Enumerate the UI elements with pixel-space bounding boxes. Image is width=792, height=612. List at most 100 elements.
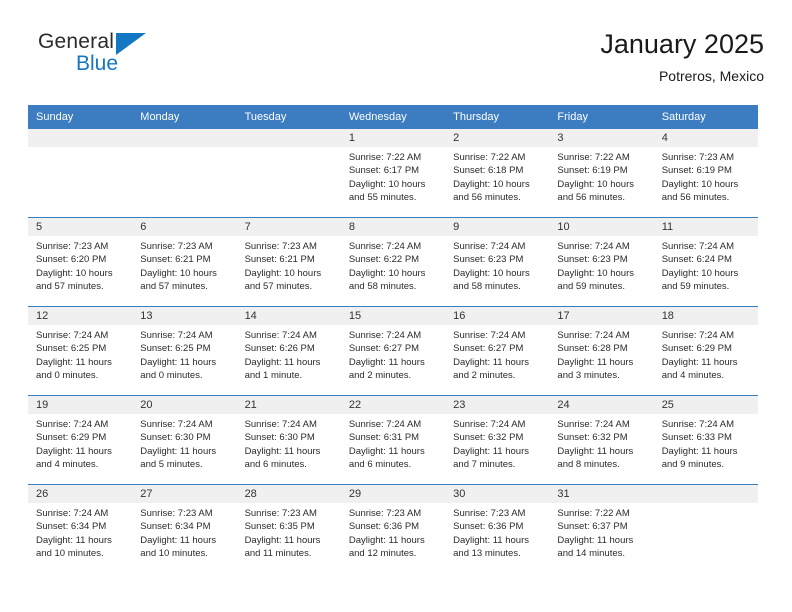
daylight-text-line2: and 1 minute. [244, 370, 303, 382]
day-details: Sunrise: 7:23 AM Sunset: 6:21 PM Daylight:… [132, 236, 236, 294]
calendar-day-cell[interactable]: 15 Sunrise: 7:24 AM Sunset: 6:27 PM Dayligh… [340, 307, 446, 395]
day-details: Sunrise: 7:24 AM Sunset: 6:27 PM Daylight:… [341, 325, 445, 383]
sunset-text: Sunset: 6:24 PM [661, 254, 732, 266]
sunrise-text: Sunrise: 7:23 AM [453, 508, 526, 519]
daylight-text-line2: and 12 minutes. [348, 548, 417, 560]
weekday-header-friday: Friday [557, 111, 588, 123]
day-details: Sunrise: 7:23 AM Sunset: 6:20 PM Daylight:… [28, 236, 132, 294]
day-number [653, 485, 758, 503]
daylight-text-line2: and 55 minutes. [348, 192, 417, 204]
sunset-text: Sunset: 6:27 PM [453, 343, 524, 355]
calendar-day-cell[interactable]: 9 Sunrise: 7:24 AM Sunset: 6:23 PM Daylight… [445, 218, 550, 306]
day-number: 28 [236, 485, 341, 503]
title-block: January 2025 Potreros, Mexico [600, 28, 764, 86]
sunrise-text: Sunrise: 7:22 AM [557, 508, 630, 519]
general-blue-logo[interactable]: General Blue [38, 30, 218, 86]
daylight-text-line1: Daylight: 10 hours [453, 178, 530, 190]
daylight-text-line1: Daylight: 10 hours [557, 178, 634, 190]
daylight-text-line1: Daylight: 10 hours [661, 178, 739, 190]
calendar-day-cell[interactable]: 17 Sunrise: 7:24 AM Sunset: 6:28 PM Dayligh… [549, 307, 654, 395]
sunset-text: Sunset: 6:32 PM [453, 432, 524, 444]
daylight-text-line2: and 8 minutes. [557, 459, 620, 471]
calendar-day-cell[interactable]: 21 Sunrise: 7:24 AM Sunset: 6:30 PM Dayligh… [236, 396, 341, 484]
day-number: 15 [340, 307, 446, 325]
calendar-day-cell[interactable]: 8 Sunrise: 7:24 AM Sunset: 6:22 PM Daylight… [340, 218, 446, 306]
day-details: Sunrise: 7:23 AM Sunset: 6:36 PM Daylight:… [341, 503, 445, 561]
daylight-text-line2: and 6 minutes. [244, 459, 307, 471]
sunrise-text: Sunrise: 7:24 AM [348, 419, 422, 430]
calendar-day-cell[interactable]: 11 Sunrise: 7:24 AM Sunset: 6:24 PM Dayligh… [653, 218, 758, 306]
daylight-text-line1: Daylight: 10 hours [453, 267, 530, 279]
calendar-day-cell[interactable]: 6 Sunrise: 7:23 AM Sunset: 6:21 PM Daylight… [132, 218, 237, 306]
sunrise-text: Sunrise: 7:24 AM [36, 508, 109, 519]
sunset-text: Sunset: 6:25 PM [140, 343, 211, 355]
sunrise-text: Sunrise: 7:24 AM [348, 241, 422, 252]
calendar-day-cell[interactable]: 26 Sunrise: 7:24 AM Sunset: 6:34 PM Dayligh… [28, 485, 133, 573]
calendar-day-cell[interactable]: 10 Sunrise: 7:24 AM Sunset: 6:23 PM Dayligh… [549, 218, 654, 306]
page-title: January 2025 [600, 29, 764, 59]
calendar-day-cell[interactable]: 29 Sunrise: 7:23 AM Sunset: 6:36 PM Dayligh… [340, 485, 446, 573]
daylight-text-line1: Daylight: 11 hours [140, 534, 217, 546]
sunset-text: Sunset: 6:34 PM [140, 521, 211, 533]
day-details: Sunrise: 7:24 AM Sunset: 6:22 PM Daylight:… [341, 236, 445, 294]
daylight-text-line1: Daylight: 11 hours [453, 445, 529, 457]
page-subtitle-location: Potreros, Mexico [658, 68, 764, 84]
day-details: Sunrise: 7:24 AM Sunset: 6:30 PM Daylight:… [132, 414, 236, 472]
daylight-text-line1: Daylight: 10 hours [140, 267, 217, 279]
calendar-day-cell[interactable]: 30 Sunrise: 7:23 AM Sunset: 6:36 PM Dayligh… [445, 485, 550, 573]
day-details: Sunrise: 7:24 AM Sunset: 6:24 PM Daylight:… [654, 236, 758, 294]
calendar-day-cell[interactable]: 24 Sunrise: 7:24 AM Sunset: 6:32 PM Dayligh… [549, 396, 654, 484]
day-number: 19 [28, 396, 133, 414]
sunrise-text: Sunrise: 7:24 AM [661, 330, 735, 341]
weekday-header-thursday: Thursday [453, 111, 499, 123]
calendar-day-cell[interactable]: 7 Sunrise: 7:23 AM Sunset: 6:21 PM Daylight… [236, 218, 341, 306]
calendar-day-cell[interactable]: 13 Sunrise: 7:24 AM Sunset: 6:25 PM Dayligh… [132, 307, 237, 395]
calendar-day-cell[interactable]: 3 Sunrise: 7:22 AM Sunset: 6:19 PM Daylight… [549, 129, 654, 217]
sunset-text: Sunset: 6:31 PM [348, 432, 420, 444]
day-number: 13 [132, 307, 237, 325]
sunset-text: Sunset: 6:19 PM [661, 165, 732, 177]
sunset-text: Sunset: 6:26 PM [244, 343, 315, 355]
day-details: Sunrise: 7:24 AM Sunset: 6:29 PM Daylight:… [654, 325, 758, 383]
calendar-day-cell[interactable]: 1 Sunrise: 7:22 AM Sunset: 6:17 PM Daylight… [340, 129, 446, 217]
day-number [236, 129, 341, 147]
daylight-text-line2: and 4 minutes. [661, 370, 725, 382]
calendar-week-cells: 1 Sunrise: 7:22 AM Sunset: 6:17 PM Daylight… [28, 129, 758, 217]
day-number: 17 [549, 307, 654, 325]
daylight-text-line2: and 2 minutes. [453, 370, 516, 382]
day-number: 5 [28, 218, 133, 236]
sunset-text: Sunset: 6:30 PM [244, 432, 315, 444]
daylight-text-line1: Daylight: 11 hours [348, 534, 425, 546]
calendar-day-cell[interactable]: 18 Sunrise: 7:24 AM Sunset: 6:29 PM Dayligh… [653, 307, 758, 395]
calendar-day-cell[interactable]: 20 Sunrise: 7:24 AM Sunset: 6:30 PM Dayligh… [132, 396, 237, 484]
sunset-text: Sunset: 6:29 PM [661, 343, 732, 355]
daylight-text-line1: Daylight: 11 hours [557, 445, 634, 457]
daylight-text-line1: Daylight: 11 hours [661, 356, 738, 368]
calendar-day-cell[interactable]: 16 Sunrise: 7:24 AM Sunset: 6:27 PM Dayligh… [445, 307, 550, 395]
calendar-day-cell[interactable]: 31 Sunrise: 7:22 AM Sunset: 6:37 PM Dayligh… [549, 485, 654, 573]
calendar-week-row: 12 Sunrise: 7:24 AM Sunset: 6:25 PM Dayligh… [28, 306, 758, 395]
calendar-day-cell[interactable]: 4 Sunrise: 7:23 AM Sunset: 6:19 PM Daylight… [653, 129, 758, 217]
calendar-day-cell[interactable]: 12 Sunrise: 7:24 AM Sunset: 6:25 PM Dayligh… [28, 307, 133, 395]
day-number [28, 129, 133, 147]
weekday-header-row: Sunday Monday Tuesday Wednesday Thursday Frid… [28, 105, 758, 129]
sunset-text: Sunset: 6:35 PM [244, 521, 315, 533]
calendar-day-cell[interactable]: 28 Sunrise: 7:23 AM Sunset: 6:35 PM Dayligh… [236, 485, 341, 573]
calendar-day-cell[interactable]: 2 Sunrise: 7:22 AM Sunset: 6:18 PM Daylight… [445, 129, 550, 217]
calendar-day-cell[interactable]: 27 Sunrise: 7:23 AM Sunset: 6:34 PM Dayligh… [132, 485, 237, 573]
day-details: Sunrise: 7:22 AM Sunset: 6:19 PM Daylight:… [549, 147, 653, 205]
calendar-day-cell[interactable]: 19 Sunrise: 7:24 AM Sunset: 6:29 PM Dayligh… [28, 396, 133, 484]
day-number: 2 [445, 129, 550, 147]
day-number: 18 [653, 307, 758, 325]
daylight-text-line2: and 7 minutes. [453, 459, 516, 471]
calendar-day-cell[interactable]: 23 Sunrise: 7:24 AM Sunset: 6:32 PM Dayligh… [445, 396, 550, 484]
sunset-text: Sunset: 6:28 PM [557, 343, 628, 355]
daylight-text-line2: and 0 minutes. [140, 370, 203, 382]
sunrise-text: Sunrise: 7:24 AM [244, 419, 317, 430]
calendar-day-cell[interactable]: 5 Sunrise: 7:23 AM Sunset: 6:20 PM Daylight… [28, 218, 133, 306]
calendar-day-cell[interactable]: 25 Sunrise: 7:24 AM Sunset: 6:33 PM Dayligh… [653, 396, 758, 484]
calendar-day-cell[interactable]: 22 Sunrise: 7:24 AM Sunset: 6:31 PM Dayligh… [340, 396, 446, 484]
day-number: 3 [549, 129, 654, 147]
calendar-day-cell[interactable]: 14 Sunrise: 7:24 AM Sunset: 6:26 PM Dayligh… [236, 307, 341, 395]
daylight-text-line2: and 3 minutes. [557, 370, 620, 382]
